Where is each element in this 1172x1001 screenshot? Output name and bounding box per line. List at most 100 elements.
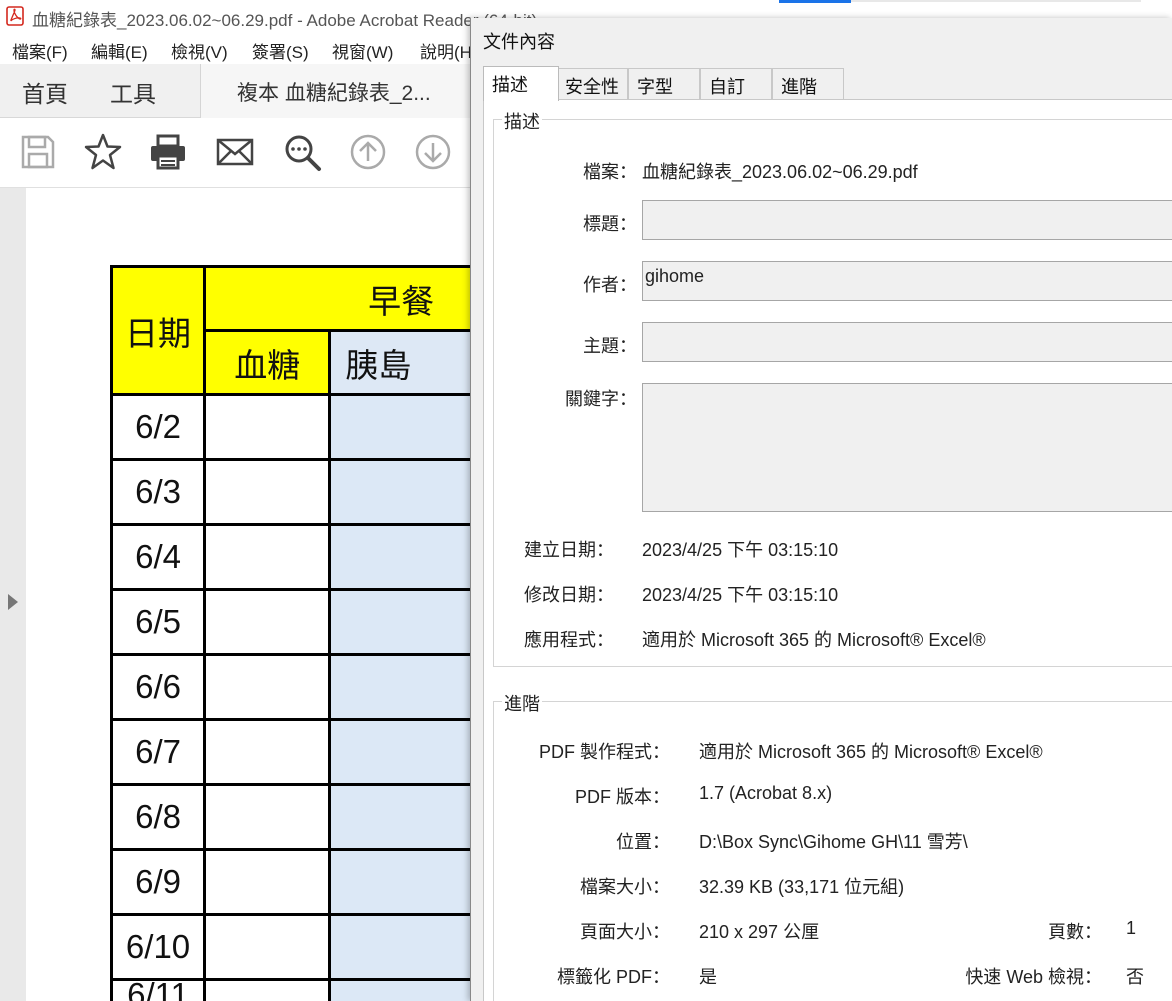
tab-security[interactable]: 安全性: [556, 68, 628, 100]
menu-window[interactable]: 視窗(W): [332, 38, 393, 63]
description-group: 描述 檔案： 血糖紀錄表_2023.06.02~06.29.pdf 標題： 作者…: [493, 108, 1172, 667]
page-down-icon[interactable]: [413, 132, 453, 172]
insulin-cell: [328, 783, 486, 851]
header-blood-sugar: 血糖: [203, 329, 332, 396]
table-row: 6/6: [109, 653, 486, 721]
blood-sugar-cell: [203, 653, 332, 721]
insulin-cell: [328, 393, 486, 461]
author-label: 作者：: [583, 275, 637, 295]
print-icon[interactable]: [148, 132, 188, 172]
created-label: 建立日期：: [524, 540, 614, 560]
menu-file[interactable]: 檔案(F): [12, 38, 68, 63]
expand-pane-arrow-icon[interactable]: [8, 594, 18, 610]
table-row: 6/5: [109, 588, 486, 656]
title-field[interactable]: [642, 200, 1172, 240]
document-view[interactable]: 日期 早餐 血糖 胰島 6/2 6/3 6/4 6/5 6/6 6/7 6/8 …: [26, 188, 486, 1001]
description-legend: 描述: [502, 108, 542, 134]
tab-tools[interactable]: 工具: [110, 75, 156, 109]
menu-view[interactable]: 檢視(V): [171, 38, 228, 63]
tab-fonts[interactable]: 字型: [628, 68, 700, 100]
insulin-cell: [328, 588, 486, 656]
pages-label: 頁數：: [1048, 922, 1102, 942]
keywords-label: 關鍵字：: [565, 389, 637, 409]
modified-value: 2023/4/25 下午 03:15:10: [642, 585, 839, 605]
producer-label: PDF 製作程式：: [538, 742, 670, 762]
blood-sugar-cell: [203, 783, 332, 851]
table-row: 6/3: [109, 458, 486, 526]
header-date: 日期: [109, 265, 207, 396]
created-value: 2023/4/25 下午 03:15:10: [642, 540, 839, 560]
insulin-cell: [328, 653, 486, 721]
pages-value: 1: [1126, 918, 1137, 938]
blood-sugar-cell: [203, 718, 332, 786]
blood-sugar-cell: [203, 588, 332, 656]
date-cell: 6/9: [109, 848, 207, 916]
date-cell: 6/8: [109, 783, 207, 851]
date-cell: 6/5: [109, 588, 207, 656]
fastweb-label: 快速 Web 檢視：: [965, 967, 1102, 987]
location-value: D:\Box Sync\Gihome GH\11 雪芳\: [699, 832, 968, 852]
modified-label: 修改日期：: [524, 585, 614, 605]
menu-sign[interactable]: 簽署(S): [252, 38, 309, 63]
title-label: 標題：: [583, 214, 637, 234]
left-pane-collapsed: [0, 188, 26, 1001]
table-row: 6/2: [109, 393, 486, 461]
insulin-cell: [328, 913, 486, 981]
producer-value: 適用於 Microsoft 365 的 Microsoft® Excel®: [699, 742, 1043, 762]
tab-home[interactable]: 首頁: [22, 75, 68, 109]
file-label: 檔案：: [583, 162, 637, 182]
version-value: 1.7 (Acrobat 8.x): [699, 783, 833, 803]
pagesize-label: 頁面大小：: [580, 922, 670, 942]
find-icon[interactable]: [282, 132, 322, 172]
advanced-group: 進階 PDF 製作程式： 適用於 Microsoft 365 的 Microso…: [493, 690, 1172, 1001]
insulin-cell: [328, 848, 486, 916]
table-row: 6/11: [109, 978, 486, 1001]
save-icon[interactable]: [18, 132, 58, 172]
advanced-legend: 進階: [502, 690, 542, 716]
document-properties-dialog: 文件內容 描述 安全性 字型 自訂 進階 描述 檔案： 血糖紀錄表_2023.0…: [470, 18, 1172, 1001]
file-value: 血糖紀錄表_2023.06.02~06.29.pdf: [642, 162, 918, 182]
menu-edit[interactable]: 編輯(E): [91, 38, 148, 63]
email-icon[interactable]: [215, 132, 255, 172]
acrobat-logo-icon: [6, 6, 24, 26]
insulin-cell: [328, 458, 486, 526]
window-title: 血糖紀錄表_2023.06.02~06.29.pdf - Adobe Acrob…: [32, 11, 538, 30]
date-cell: 6/10: [109, 913, 207, 981]
blood-sugar-cell: [203, 913, 332, 981]
date-cell: 6/7: [109, 718, 207, 786]
application-label: 應用程式：: [524, 630, 614, 650]
menu-help[interactable]: 說明(H): [420, 38, 478, 63]
blood-sugar-table: 日期 早餐 血糖 胰島 6/2 6/3 6/4 6/5 6/6 6/7 6/8 …: [109, 265, 486, 1001]
table-row: 6/4: [109, 523, 486, 591]
tagged-value: 是: [699, 967, 717, 987]
date-cell: 6/3: [109, 458, 207, 526]
header-breakfast: 早餐: [203, 265, 486, 332]
window-accent-secondary: [851, 0, 1141, 2]
author-field[interactable]: gihome: [642, 261, 1172, 301]
dialog-title: 文件內容: [483, 32, 555, 52]
keywords-field[interactable]: [642, 383, 1172, 512]
date-cell: 6/6: [109, 653, 207, 721]
filesize-value: 32.39 KB (33,171 位元組): [699, 877, 905, 897]
tab-document[interactable]: 複本 血糖紀錄表_2...: [200, 64, 490, 118]
filesize-label: 檔案大小：: [580, 877, 670, 897]
table-row: 6/9: [109, 848, 486, 916]
subject-field[interactable]: [642, 322, 1172, 362]
insulin-cell: [328, 718, 486, 786]
bookmark-star-icon[interactable]: [83, 132, 123, 172]
tab-document-label: 複本 血糖紀錄表_2...: [237, 82, 431, 105]
fastweb-value: 否: [1126, 967, 1144, 987]
subject-label: 主題：: [583, 336, 637, 356]
insulin-cell: [328, 523, 486, 591]
location-label: 位置：: [616, 832, 670, 852]
date-cell: 6/2: [109, 393, 207, 461]
tab-custom[interactable]: 自訂: [700, 68, 772, 100]
insulin-cell: [328, 978, 486, 1001]
page-up-icon[interactable]: [348, 132, 388, 172]
tagged-label: 標籤化 PDF：: [556, 967, 670, 987]
tab-description[interactable]: 描述: [483, 66, 559, 101]
tab-advanced[interactable]: 進階: [772, 68, 844, 100]
window-accent: [779, 0, 851, 3]
pagesize-value: 210 x 297 公厘: [699, 922, 820, 942]
date-cell: 6/4: [109, 523, 207, 591]
